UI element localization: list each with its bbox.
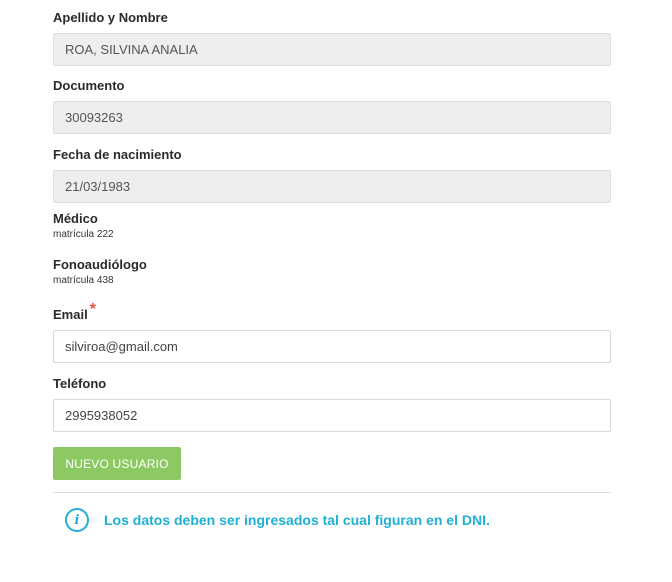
info-notice: i Los datos deben ser ingresados tal cua… (65, 508, 490, 532)
phone-label: Teléfono (53, 376, 107, 391)
divider (53, 492, 611, 493)
document-field[interactable] (53, 101, 611, 134)
name-label: Apellido y Nombre (53, 10, 168, 25)
email-field[interactable] (53, 330, 611, 363)
fonoaudiologo-matricula: matrícula 438 (53, 275, 114, 286)
birthdate-label: Fecha de nacimiento (53, 147, 182, 162)
email-label-row: Email * (53, 302, 96, 323)
new-user-button[interactable]: NUEVO USUARIO (53, 447, 181, 480)
medico-title: Médico (53, 211, 98, 226)
info-icon: i (65, 508, 89, 532)
name-field[interactable] (53, 33, 611, 66)
birthdate-field[interactable] (53, 170, 611, 203)
info-notice-text: Los datos deben ser ingresados tal cual … (104, 512, 490, 528)
fonoaudiologo-title: Fonoaudiólogo (53, 257, 147, 272)
medico-matricula: matrícula 222 (53, 229, 114, 240)
required-asterisk: * (89, 301, 96, 318)
document-label: Documento (53, 78, 125, 93)
phone-field[interactable] (53, 399, 611, 432)
email-label: Email (53, 307, 88, 322)
